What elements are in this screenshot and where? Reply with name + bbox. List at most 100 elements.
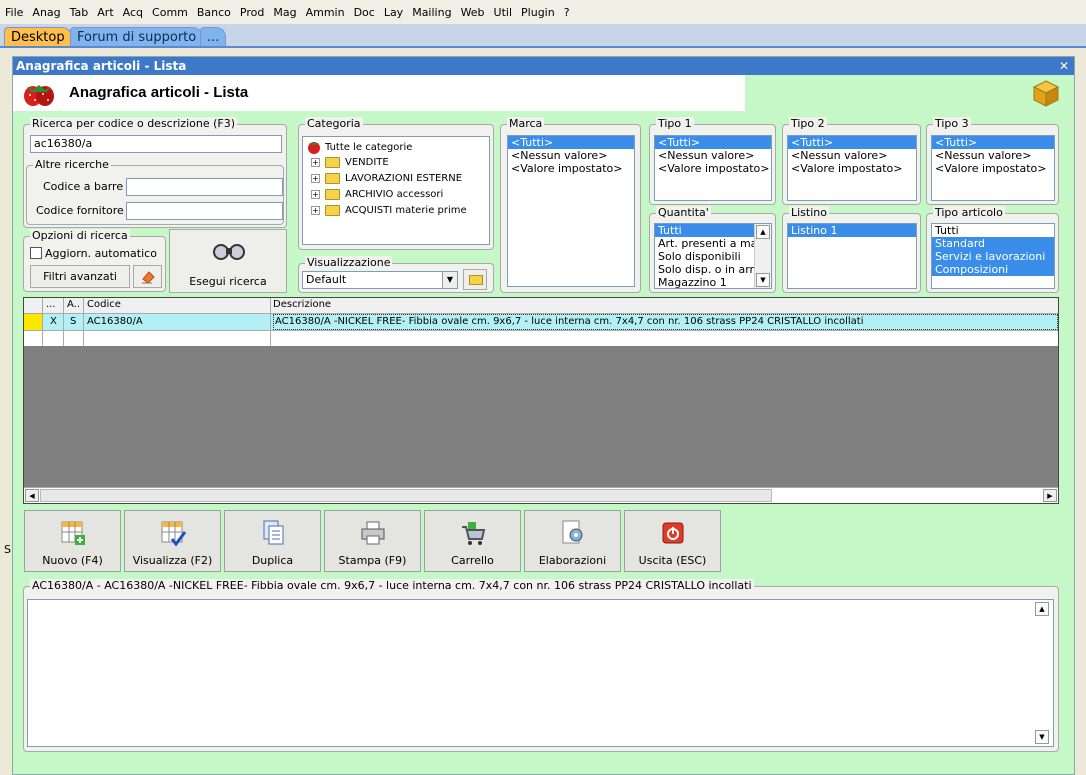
- filter-clear-button[interactable]: [133, 265, 162, 288]
- processing-button[interactable]: Elaborazioni: [524, 510, 621, 572]
- column-header[interactable]: ...: [46, 299, 56, 310]
- menu-item[interactable]: Lay: [384, 6, 403, 19]
- menu-item[interactable]: Doc: [354, 6, 375, 19]
- category-node[interactable]: + ACQUISTI materie prime: [311, 205, 467, 216]
- list-item[interactable]: <Nessun valore>: [932, 149, 1054, 162]
- expand-icon[interactable]: +: [311, 174, 320, 183]
- scroll-left-icon[interactable]: ◀: [25, 489, 39, 502]
- list-item[interactable]: <Tutti>: [508, 136, 634, 149]
- notes-textarea[interactable]: [27, 599, 1054, 747]
- folder-open-button[interactable]: [463, 269, 487, 290]
- category-root[interactable]: Tutte le categorie: [307, 140, 412, 154]
- barcode-input[interactable]: [126, 178, 283, 196]
- column-header[interactable]: A...: [67, 299, 81, 310]
- quantity-scrollbar[interactable]: ▲ ▼: [754, 224, 771, 288]
- list-item[interactable]: Composizioni: [932, 263, 1054, 276]
- list-item[interactable]: Solo disponibili: [655, 250, 755, 263]
- scroll-up-icon[interactable]: ▲: [1035, 602, 1049, 616]
- list-item[interactable]: Tutti: [932, 224, 1054, 237]
- close-icon[interactable]: ✕: [1059, 57, 1069, 75]
- list-item[interactable]: Tutti: [655, 224, 755, 237]
- menu-item[interactable]: Mailing: [412, 6, 451, 19]
- list-item[interactable]: <Valore impostato>: [655, 162, 771, 175]
- article-type-list[interactable]: Tutti Standard Servizi e lavorazioni Com…: [931, 223, 1055, 289]
- type1-group: Tipo 1 <Tutti> <Nessun valore> <Valore i…: [649, 117, 776, 205]
- scroll-right-icon[interactable]: ▶: [1043, 489, 1057, 502]
- expand-icon[interactable]: +: [311, 190, 320, 199]
- menu-item[interactable]: Comm: [152, 6, 188, 19]
- menu-item[interactable]: Art: [97, 6, 113, 19]
- menu-item[interactable]: Acq: [123, 6, 143, 19]
- list-item[interactable]: Standard: [932, 237, 1054, 250]
- list-item[interactable]: <Tutti>: [788, 136, 916, 149]
- run-search-label: Esegui ricerca: [189, 275, 267, 288]
- list-item[interactable]: <Nessun valore>: [788, 149, 916, 162]
- category-node[interactable]: + LAVORAZIONI ESTERNE: [311, 173, 462, 184]
- list-item[interactable]: <Valore impostato>: [508, 162, 634, 175]
- supplier-code-input[interactable]: [126, 202, 283, 220]
- category-tree[interactable]: Tutte le categorie + VENDITE + LAVORAZIONI…: [302, 136, 490, 245]
- type3-list[interactable]: <Tutti> <Nessun valore> <Valore impostat…: [931, 135, 1055, 201]
- list-item[interactable]: Listino 1: [788, 224, 916, 237]
- advanced-filters-button[interactable]: Filtri avanzati: [30, 265, 130, 288]
- cart-button[interactable]: Carrello: [424, 510, 521, 572]
- price-list[interactable]: Listino 1: [787, 223, 917, 289]
- list-item[interactable]: <Nessun valore>: [655, 149, 771, 162]
- list-item[interactable]: Magazzino 1: [655, 276, 755, 288]
- quantity-list[interactable]: Tutti Art. presenti a magazzino Solo dis…: [654, 223, 772, 289]
- menu-item[interactable]: Anag: [32, 6, 60, 19]
- menu-item[interactable]: Web: [461, 6, 485, 19]
- expand-icon[interactable]: +: [311, 206, 320, 215]
- menu-item[interactable]: File: [5, 6, 23, 19]
- folder-icon: [469, 275, 483, 285]
- auto-update-checkbox[interactable]: [30, 247, 42, 259]
- view-select[interactable]: Default ▼: [302, 271, 458, 289]
- menu-item[interactable]: Ammin: [306, 6, 345, 19]
- category-node[interactable]: + ARCHIVIO accessori: [311, 189, 443, 200]
- scroll-up-icon[interactable]: ▲: [756, 225, 770, 239]
- tab-forum[interactable]: Forum di supporto: [70, 27, 204, 48]
- search-input[interactable]: ac16380/a: [30, 135, 282, 153]
- list-item[interactable]: Servizi e lavorazioni: [932, 250, 1054, 263]
- menu-item[interactable]: Banco: [197, 6, 231, 19]
- new-button[interactable]: Nuovo (F4): [24, 510, 121, 572]
- menu-item[interactable]: Plugin: [521, 6, 555, 19]
- scroll-thumb[interactable]: [40, 489, 772, 502]
- scroll-down-icon[interactable]: ▼: [756, 273, 770, 287]
- list-item[interactable]: <Valore impostato>: [932, 162, 1054, 175]
- brand-list[interactable]: <Tutti> <Nessun valore> <Valore impostat…: [507, 135, 635, 287]
- table-row[interactable]: [24, 330, 1058, 346]
- tab-more[interactable]: ...: [200, 27, 227, 48]
- print-button[interactable]: Stampa (F9): [324, 510, 421, 572]
- menu-item[interactable]: Util: [494, 6, 512, 19]
- list-item[interactable]: <Tutti>: [932, 136, 1054, 149]
- type1-list[interactable]: <Tutti> <Nessun valore> <Valore impostat…: [654, 135, 772, 201]
- exit-button[interactable]: Uscita (ESC): [624, 510, 721, 572]
- horizontal-scrollbar[interactable]: ◀ ▶: [24, 487, 1058, 503]
- column-header-code[interactable]: Codice: [87, 299, 121, 310]
- chevron-down-icon[interactable]: ▼: [442, 272, 457, 288]
- expand-icon[interactable]: +: [311, 158, 320, 167]
- list-item[interactable]: Solo disp. o in arrivo: [655, 263, 755, 276]
- duplicate-button[interactable]: Duplica: [224, 510, 321, 572]
- view-button[interactable]: Visualizza (F2): [124, 510, 221, 572]
- list-item[interactable]: <Valore impostato>: [788, 162, 916, 175]
- notes-scrollbar[interactable]: ▲ ▼: [1034, 602, 1051, 744]
- tab-desktop[interactable]: Desktop: [4, 27, 72, 48]
- list-item[interactable]: Art. presenti a magazzino: [655, 237, 755, 250]
- list-item[interactable]: <Tutti>: [655, 136, 771, 149]
- menu-item[interactable]: Prod: [240, 6, 264, 19]
- category-node[interactable]: + VENDITE: [311, 157, 389, 168]
- menu-item[interactable]: Tab: [70, 6, 89, 19]
- type2-list[interactable]: <Tutti> <Nessun valore> <Valore impostat…: [787, 135, 917, 201]
- scroll-down-icon[interactable]: ▼: [1035, 730, 1049, 744]
- menu-item[interactable]: Mag: [273, 6, 296, 19]
- menu-item[interactable]: ?: [564, 6, 570, 19]
- column-header-description[interactable]: Descrizione: [273, 299, 331, 310]
- brand-label: Marca: [507, 117, 545, 131]
- list-item[interactable]: <Nessun valore>: [508, 149, 634, 162]
- table-row[interactable]: X S AC16380/A AC16380/A -NICKEL FREE- Fi…: [24, 314, 1058, 330]
- table-cell-description[interactable]: AC16380/A -NICKEL FREE- Fibbia ovale cm.…: [273, 314, 1058, 330]
- run-search-button[interactable]: Esegui ricerca: [169, 229, 287, 293]
- cart-icon: [462, 522, 486, 545]
